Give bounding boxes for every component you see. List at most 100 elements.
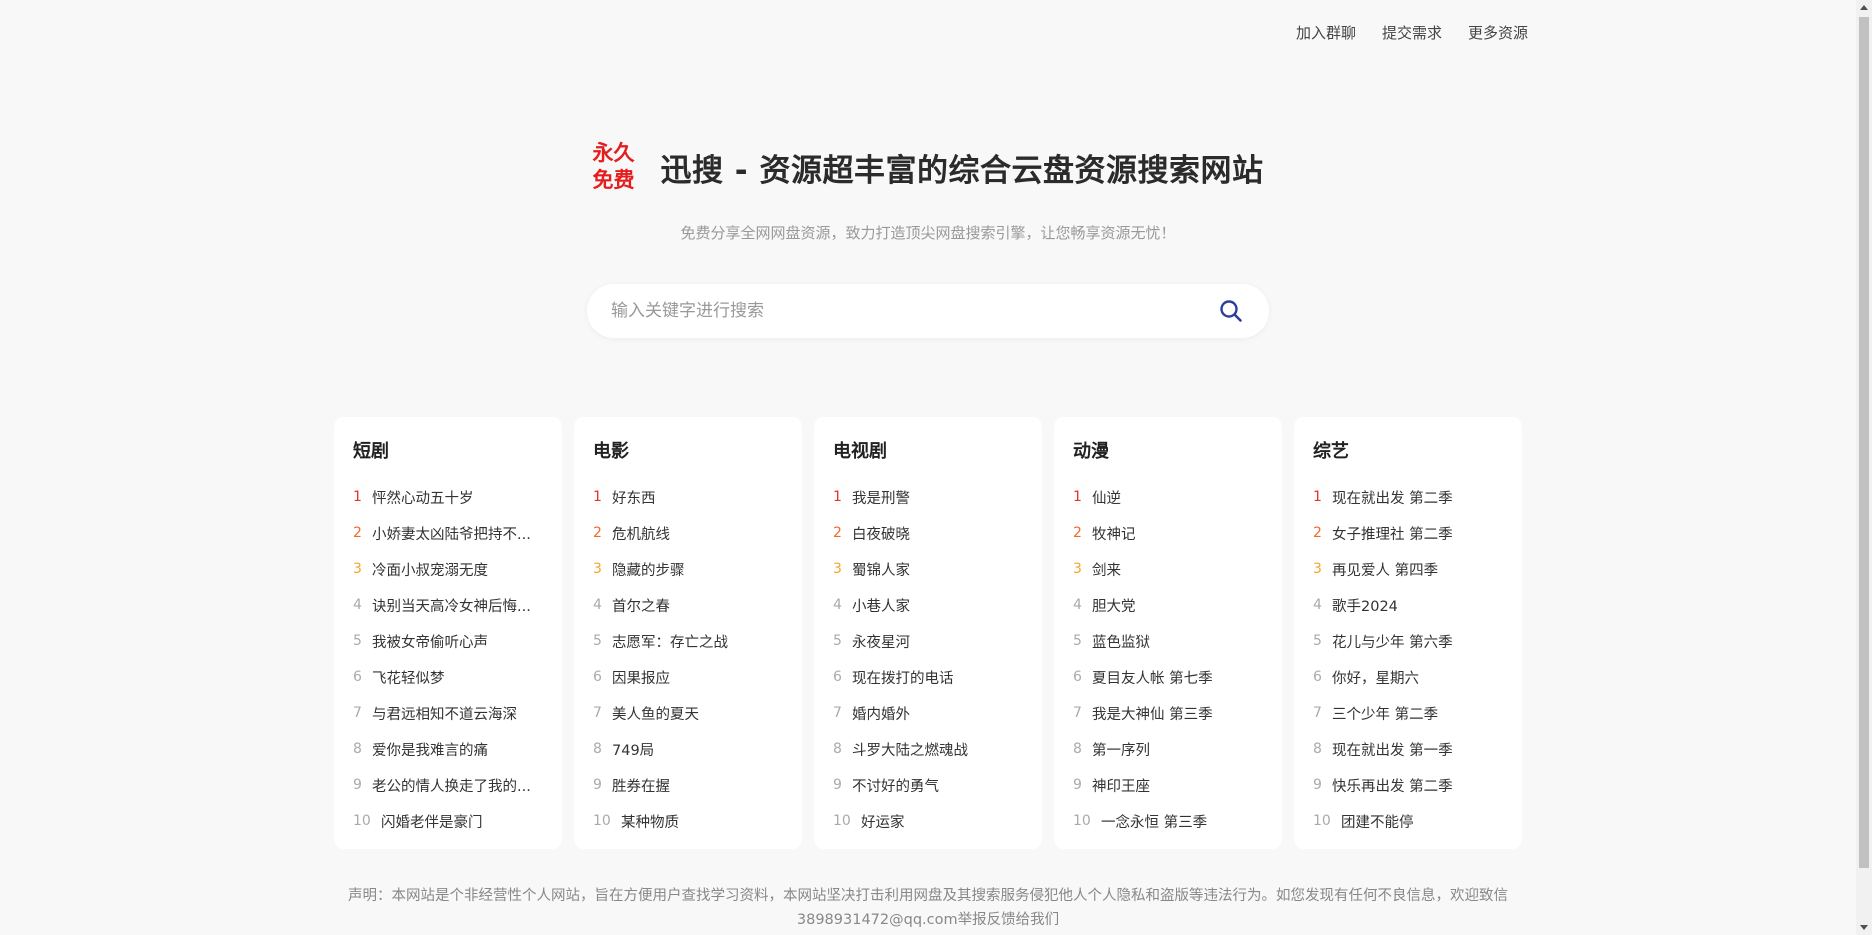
list-item[interactable]: 8 斗罗大陆之燃魂战: [833, 731, 1024, 767]
list-item[interactable]: 9 胜券在握: [593, 767, 784, 803]
item-title: 永夜星河: [852, 634, 910, 651]
list-item[interactable]: 4 胆大党: [1073, 587, 1264, 623]
item-title: 三个少年 第二季: [1332, 706, 1439, 723]
list-item[interactable]: 2 危机航线: [593, 515, 784, 551]
list-item[interactable]: 3 再见爱人 第四季: [1313, 551, 1504, 587]
list-item[interactable]: 10 闪婚老伴是豪门: [353, 803, 544, 839]
list-item[interactable]: 1 现在就出发 第二季: [1313, 479, 1504, 515]
list-item[interactable]: 7 我是大神仙 第三季: [1073, 695, 1264, 731]
list-item[interactable]: 5 我被女帝偷听心声: [353, 623, 544, 659]
item-title: 斗罗大陆之燃魂战: [852, 742, 968, 759]
item-title: 白夜破晓: [852, 526, 910, 543]
rank-number: 7: [833, 705, 842, 721]
list-item[interactable]: 8 749局: [593, 731, 784, 767]
list-item[interactable]: 9 快乐再出发 第二季: [1313, 767, 1504, 803]
list-item[interactable]: 6 现在拨打的电话: [833, 659, 1024, 695]
list-item[interactable]: 10 好运家: [833, 803, 1024, 839]
item-title: 诀别当天高冷女神后悔...: [372, 598, 531, 615]
rank-number: 6: [353, 669, 362, 685]
list-item[interactable]: 7 三个少年 第二季: [1313, 695, 1504, 731]
rank-number: 7: [593, 705, 602, 721]
rank-number: 8: [833, 741, 842, 757]
list-item[interactable]: 1 好东西: [593, 479, 784, 515]
item-title: 夏目友人帐 第七季: [1092, 670, 1213, 687]
list-item[interactable]: 8 第一序列: [1073, 731, 1264, 767]
item-title: 志愿军：存亡之战: [612, 634, 728, 651]
list-item[interactable]: 7 婚内婚外: [833, 695, 1024, 731]
item-title: 怦然心动五十岁: [372, 490, 474, 507]
list-item[interactable]: 10 某种物质: [593, 803, 784, 839]
search-button[interactable]: [1211, 291, 1251, 331]
list-item[interactable]: 5 花儿与少年 第六季: [1313, 623, 1504, 659]
item-title: 再见爱人 第四季: [1332, 562, 1439, 579]
list-item[interactable]: 6 因果报应: [593, 659, 784, 695]
item-title: 神印王座: [1092, 778, 1150, 795]
rank-number: 4: [353, 597, 362, 613]
item-title: 花儿与少年 第六季: [1332, 634, 1453, 651]
list-item[interactable]: 3 剑来: [1073, 551, 1264, 587]
vertical-scrollbar[interactable]: [1856, 0, 1872, 935]
list-item[interactable]: 4 小巷人家: [833, 587, 1024, 623]
item-title: 某种物质: [621, 814, 679, 831]
list-item[interactable]: 4 首尔之春: [593, 587, 784, 623]
list-item[interactable]: 5 志愿军：存亡之战: [593, 623, 784, 659]
nav-submit-request-link[interactable]: 提交需求: [1382, 22, 1442, 43]
list-item[interactable]: 10 一念永恒 第三季: [1073, 803, 1264, 839]
list-item[interactable]: 9 不讨好的勇气: [833, 767, 1024, 803]
list-item[interactable]: 1 我是刑警: [833, 479, 1024, 515]
nav-join-group-link[interactable]: 加入群聊: [1296, 22, 1356, 43]
list-item[interactable]: 4 诀别当天高冷女神后悔...: [353, 587, 544, 623]
list-item[interactable]: 2 牧神记: [1073, 515, 1264, 551]
item-title: 胆大党: [1092, 598, 1136, 615]
list-item[interactable]: 3 隐藏的步骤: [593, 551, 784, 587]
list-item[interactable]: 7 与君远相知不道云海深: [353, 695, 544, 731]
rank-number: 1: [1073, 489, 1082, 505]
list-item[interactable]: 9 神印王座: [1073, 767, 1264, 803]
rank-number: 10: [833, 813, 851, 829]
scrollbar-thumb[interactable]: [1859, 17, 1869, 868]
list-item[interactable]: 2 女子推理社 第二季: [1313, 515, 1504, 551]
item-title: 第一序列: [1092, 742, 1150, 759]
rank-number: 6: [1073, 669, 1082, 685]
scroll-up-arrow-icon[interactable]: [1860, 5, 1868, 10]
list-item[interactable]: 10 团建不能停: [1313, 803, 1504, 839]
rank-number: 8: [1073, 741, 1082, 757]
search-input[interactable]: [587, 284, 1211, 338]
list-item[interactable]: 5 永夜星河: [833, 623, 1024, 659]
list-item[interactable]: 6 夏目友人帐 第七季: [1073, 659, 1264, 695]
card-tv-series: 电视剧 1 我是刑警 2 白夜破晓 3 蜀锦人家 4 小巷人家 5 永夜星河 6 现在拨打的…: [814, 417, 1042, 849]
list-item[interactable]: 5 蓝色监狱: [1073, 623, 1264, 659]
item-title: 好东西: [612, 490, 656, 507]
search-bar: [587, 284, 1269, 338]
scroll-down-arrow-icon[interactable]: [1860, 925, 1868, 930]
item-title: 我是刑警: [852, 490, 910, 507]
card-title: 电影: [593, 441, 629, 462]
list-item[interactable]: 6 飞花轻似梦: [353, 659, 544, 695]
item-title: 我被女帝偷听心声: [372, 634, 488, 651]
item-title: 歌手2024: [1332, 598, 1398, 615]
list-item[interactable]: 4 歌手2024: [1313, 587, 1504, 623]
rank-number: 9: [1073, 777, 1082, 793]
rank-number: 1: [353, 489, 362, 505]
rank-number: 7: [353, 705, 362, 721]
list-item[interactable]: 6 你好，星期六: [1313, 659, 1504, 695]
nav-more-resources-link[interactable]: 更多资源: [1468, 22, 1528, 43]
list-item[interactable]: 3 蜀锦人家: [833, 551, 1024, 587]
rank-number: 6: [1313, 669, 1322, 685]
list-item[interactable]: 3 冷面小叔宠溺无度: [353, 551, 544, 587]
list-item[interactable]: 7 美人鱼的夏天: [593, 695, 784, 731]
list-item[interactable]: 8 爱你是我难言的痛: [353, 731, 544, 767]
rank-number: 5: [833, 633, 842, 649]
list-item[interactable]: 1 仙逆: [1073, 479, 1264, 515]
rank-number: 2: [1313, 525, 1322, 541]
list-item[interactable]: 2 白夜破晓: [833, 515, 1024, 551]
item-title: 爱你是我难言的痛: [372, 742, 488, 759]
card-title: 综艺: [1313, 441, 1349, 462]
item-title: 剑来: [1092, 562, 1121, 579]
list-item[interactable]: 9 老公的情人换走了我的...: [353, 767, 544, 803]
list-item[interactable]: 1 怦然心动五十岁: [353, 479, 544, 515]
list-item[interactable]: 8 现在就出发 第一季: [1313, 731, 1504, 767]
list-item[interactable]: 2 小娇妻太凶陆爷把持不...: [353, 515, 544, 551]
item-title: 婚内婚外: [852, 706, 910, 723]
rank-number: 4: [833, 597, 842, 613]
